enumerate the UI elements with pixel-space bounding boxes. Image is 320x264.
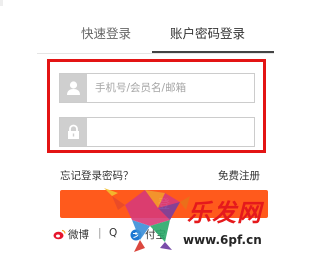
watermark-url: www.6pf.cn: [183, 233, 262, 247]
lock-icon: [60, 118, 87, 146]
weibo-label: 微博: [68, 229, 89, 241]
user-icon: [60, 74, 87, 102]
password-field[interactable]: [59, 117, 255, 147]
login-button[interactable]: 登: [60, 190, 268, 218]
password-input[interactable]: [87, 118, 254, 146]
tab-account-login[interactable]: 账户密码登录: [170, 25, 245, 43]
tabs-divider: [37, 53, 274, 54]
alipay-icon: [130, 229, 142, 241]
username-field[interactable]: [59, 73, 255, 103]
tab-quick-login[interactable]: 快速登录: [81, 25, 131, 43]
qq-login-partial[interactable]: Q: [109, 227, 117, 239]
alipay-label: 付宝: [145, 229, 166, 241]
login-panel: 快速登录 账户密码登录 忘记登录密码？: [0, 0, 274, 264]
weibo-icon: [53, 229, 66, 240]
username-input[interactable]: [87, 74, 254, 102]
register-link[interactable]: 免费注册: [218, 168, 260, 183]
edge-strip: [0, 0, 3, 6]
login-tabs: 快速登录 账户密码登录: [37, 0, 274, 53]
credentials-highlight-box: [47, 59, 266, 153]
forgot-password-link[interactable]: 忘记登录密码？: [60, 168, 134, 183]
social-separator: |: [98, 227, 102, 239]
